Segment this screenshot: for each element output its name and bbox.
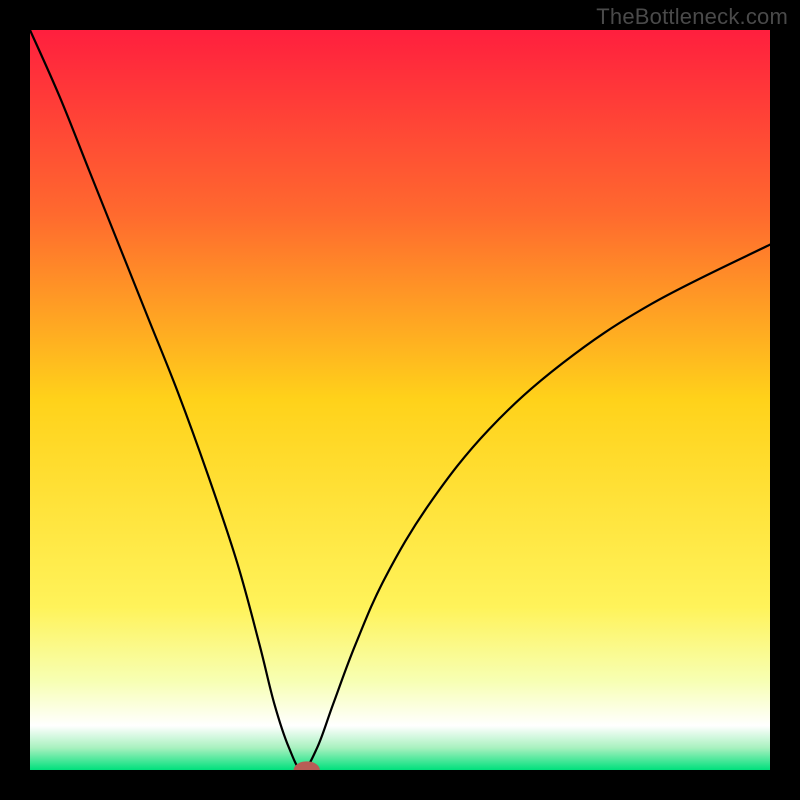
- chart-svg: [30, 30, 770, 770]
- background-rect: [30, 30, 770, 770]
- plot-area: [30, 30, 770, 770]
- chart-frame: TheBottleneck.com: [0, 0, 800, 800]
- watermark-text: TheBottleneck.com: [596, 4, 788, 30]
